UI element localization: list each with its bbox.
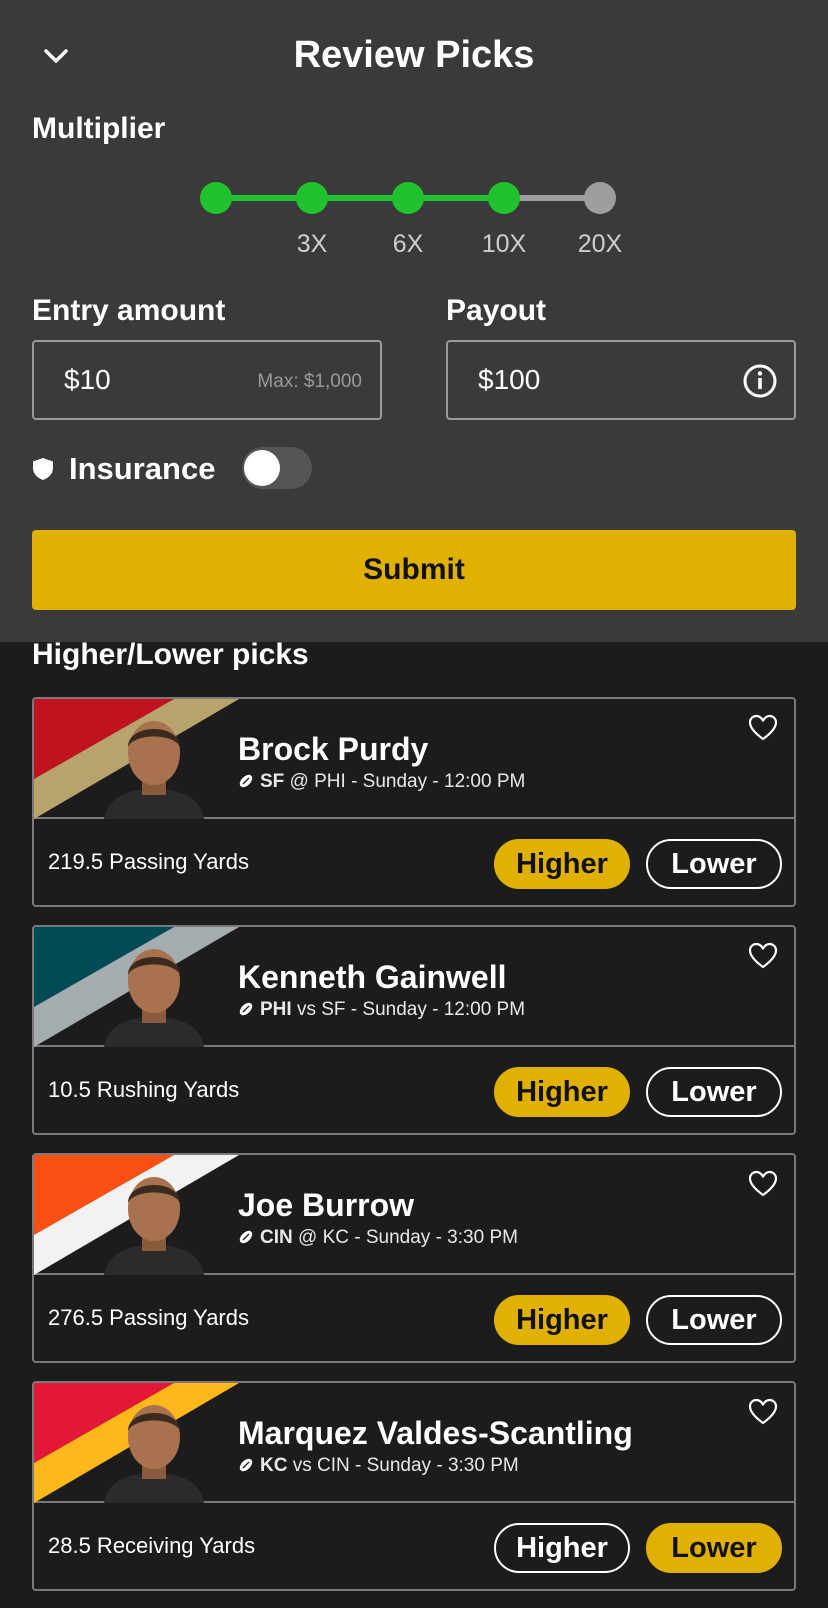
matchup-text: vs CIN - Sunday - 3:30 PM	[287, 1455, 519, 1476]
player-headshot	[104, 1177, 204, 1275]
matchup-text: @ PHI - Sunday - 12:00 PM	[284, 771, 526, 792]
payout-field: $100	[446, 340, 796, 420]
header: Review Picks	[0, 20, 828, 90]
slider-stop[interactable]	[392, 182, 424, 214]
section-title: Higher/Lower picks	[32, 638, 309, 671]
matchup-text: vs SF - Sunday - 12:00 PM	[291, 999, 526, 1020]
pick-card-header: Brock Purdy SF @ PHI - Sunday - 12:00 PM	[34, 699, 794, 819]
team-abbrev: CIN	[260, 1227, 293, 1248]
football-icon	[239, 1002, 253, 1016]
football-icon	[239, 774, 253, 788]
multiplier-label: Multiplier	[32, 112, 166, 145]
game-info: KC vs CIN - Sunday - 3:30 PM	[238, 1455, 519, 1477]
heart-icon[interactable]	[748, 1169, 778, 1199]
review-panel: Review Picks Multiplier 3X 6X 10X 20X Entry…	[0, 0, 828, 642]
player-name: Kenneth Gainwell	[238, 959, 507, 995]
player-name: Brock Purdy	[238, 731, 429, 767]
game-info: CIN @ KC - Sunday - 3:30 PM	[238, 1227, 518, 1249]
higher-button[interactable]: Higher	[494, 1067, 630, 1117]
pick-card-header: Marquez Valdes-Scantling KC vs CIN - Sund…	[34, 1383, 794, 1503]
team-abbrev: PHI	[260, 999, 292, 1020]
slider-track-active	[216, 195, 504, 201]
insurance-toggle[interactable]	[242, 447, 312, 489]
info-icon[interactable]	[742, 363, 778, 399]
slider-stop[interactable]	[584, 182, 616, 214]
heart-icon[interactable]	[748, 713, 778, 743]
multiplier-slider[interactable]	[200, 178, 630, 218]
heart-icon[interactable]	[748, 1397, 778, 1427]
pick-card: Kenneth Gainwell PHI vs SF - Sunday - 12:…	[32, 925, 796, 1135]
entry-max-hint: Max: $1,000	[257, 371, 362, 392]
stat-line: 219.5 Passing Yards	[48, 849, 249, 874]
game-info: SF @ PHI - Sunday - 12:00 PM	[238, 771, 525, 793]
player-headshot	[104, 949, 204, 1047]
higher-button[interactable]: Higher	[494, 839, 630, 889]
entry-amount-field[interactable]: $10 Max: $1,000	[32, 340, 382, 420]
lower-button[interactable]: Lower	[646, 839, 782, 889]
slider-stop[interactable]	[488, 182, 520, 214]
higher-button[interactable]: Higher	[494, 1523, 630, 1573]
pick-card: Brock Purdy SF @ PHI - Sunday - 12:00 PM 2…	[32, 697, 796, 907]
multiplier-tick-label: 3X	[296, 230, 328, 258]
toggle-knob	[244, 450, 280, 486]
multiplier-tick-label: 20X	[577, 230, 623, 258]
player-name: Joe Burrow	[238, 1187, 415, 1223]
player-name: Marquez Valdes-Scantling	[238, 1415, 633, 1451]
game-info: PHI vs SF - Sunday - 12:00 PM	[238, 999, 525, 1021]
football-icon	[239, 1458, 253, 1472]
shield-icon	[33, 458, 53, 480]
page-title: Review Picks	[293, 34, 535, 76]
slider-stop[interactable]	[200, 182, 232, 214]
higher-button[interactable]: Higher	[494, 1295, 630, 1345]
matchup-text: @ KC - Sunday - 3:30 PM	[292, 1227, 518, 1248]
multiplier-tick-label: 10X	[481, 230, 527, 258]
player-headshot	[104, 721, 204, 819]
insurance-row: Insurance	[32, 445, 332, 495]
team-abbrev: SF	[260, 771, 285, 792]
stat-line: 10.5 Rushing Yards	[48, 1077, 240, 1102]
entry-amount-label: Entry amount	[32, 294, 226, 327]
insurance-label: Insurance	[69, 451, 216, 486]
pick-card: Marquez Valdes-Scantling KC vs CIN - Sund…	[32, 1381, 796, 1591]
pick-card-header: Joe Burrow CIN @ KC - Sunday - 3:30 PM	[34, 1155, 794, 1275]
player-headshot	[104, 1405, 204, 1503]
payout-value: $100	[478, 364, 541, 395]
slider-stop[interactable]	[296, 182, 328, 214]
multiplier-tick-label: 6X	[392, 230, 424, 258]
football-icon	[239, 1230, 253, 1244]
payout-label: Payout	[446, 294, 547, 327]
stat-line: 276.5 Passing Yards	[48, 1305, 249, 1330]
submit-button[interactable]: Submit	[32, 530, 796, 610]
pick-card-header: Kenneth Gainwell PHI vs SF - Sunday - 12:…	[34, 927, 794, 1047]
stat-line: 28.5 Receiving Yards	[48, 1533, 256, 1558]
lower-button[interactable]: Lower	[646, 1295, 782, 1345]
pick-card: Joe Burrow CIN @ KC - Sunday - 3:30 PM 276…	[32, 1153, 796, 1363]
team-abbrev: KC	[260, 1455, 288, 1476]
entry-amount-value: $10	[64, 364, 111, 395]
lower-button[interactable]: Lower	[646, 1067, 782, 1117]
lower-button[interactable]: Lower	[646, 1523, 782, 1573]
heart-icon[interactable]	[748, 941, 778, 971]
